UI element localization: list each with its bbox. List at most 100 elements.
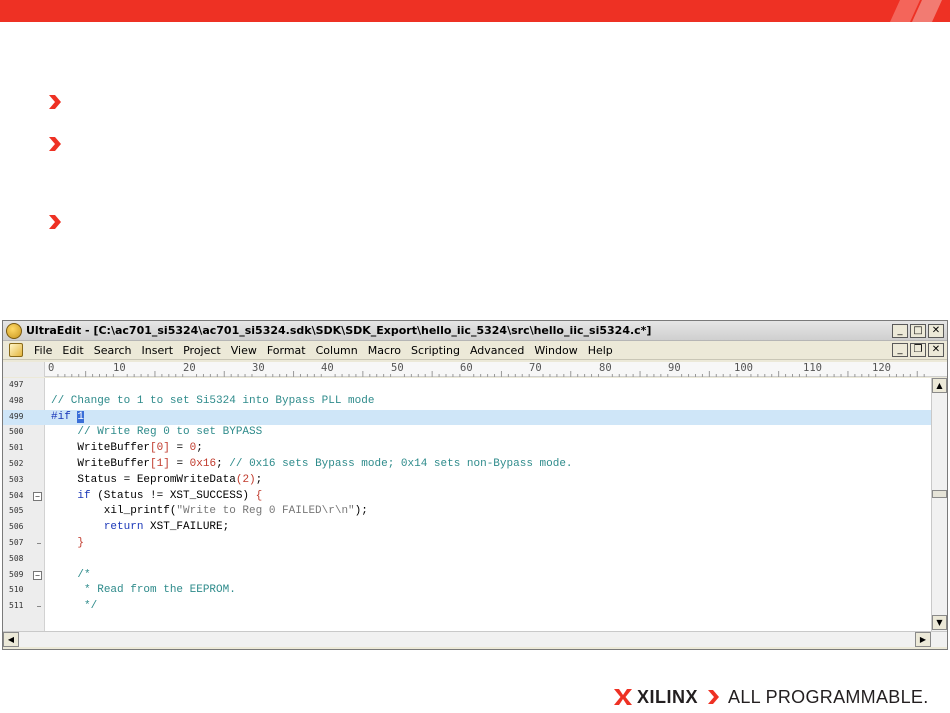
line-number: 507	[9, 538, 24, 547]
code-editor[interactable]: 497 498 // Change to 1 to set Si5324 int…	[3, 378, 931, 631]
ultraedit-app-icon[interactable]	[6, 322, 22, 339]
code-text: return XST_FAILURE;	[103, 521, 230, 534]
line-number: 511	[9, 601, 24, 611]
title-bar[interactable]: UltraEdit - [C:\ac701_si5324\ac701_si532…	[3, 321, 947, 341]
ruler-label: 50	[391, 362, 404, 374]
line-number: 503	[9, 474, 24, 484]
close-button[interactable]: ✕	[928, 323, 944, 338]
menu-edit[interactable]: Edit	[57, 344, 88, 357]
doc-close-button[interactable]: ✕	[928, 343, 944, 357]
document-icon[interactable]	[9, 343, 23, 357]
code-text: */	[84, 600, 98, 613]
line-number: 506	[9, 522, 24, 532]
line-number: 499	[9, 411, 24, 421]
ruler-label: 20	[183, 362, 196, 374]
ruler-label: 70	[529, 362, 542, 374]
scroll-down-icon[interactable]: ▼	[932, 615, 947, 630]
code-line: 509 − /*	[3, 568, 931, 584]
menu-scripting[interactable]: Scripting	[406, 344, 465, 357]
menu-project[interactable]: Project	[178, 344, 226, 357]
code-line: 506 return XST_FAILURE;	[3, 520, 931, 536]
window-title: UltraEdit - [C:\ac701_si5324\ac701_si532…	[26, 324, 652, 337]
ruler-label: 40	[321, 362, 334, 374]
line-number: 508	[9, 553, 24, 563]
line-number: 509	[9, 569, 24, 579]
header-bar	[0, 0, 950, 22]
xilinx-x-icon	[614, 689, 632, 705]
bullet-marker-icon	[48, 214, 62, 230]
code-line: 497	[3, 378, 931, 394]
code-line: 502 WriteBuffer[1] = 0x16; // 0x16 sets …	[3, 457, 931, 473]
scroll-thumb[interactable]	[932, 490, 947, 498]
scroll-right-icon[interactable]: ▶	[915, 632, 931, 647]
scroll-left-icon[interactable]: ◀	[3, 632, 19, 647]
vertical-scrollbar[interactable]: ▲ ▼	[931, 378, 947, 631]
maximize-button[interactable]: □	[910, 323, 926, 338]
ruler-label: 80	[599, 362, 612, 374]
header-chevron-graphic	[890, 0, 942, 22]
line-number: 497	[9, 380, 24, 389]
ruler-label: 10	[113, 362, 126, 374]
line-number: 505	[9, 506, 24, 516]
code-line: 500 // Write Reg 0 to set BYPASS	[3, 425, 931, 441]
code-line: 498 // Change to 1 to set Si5324 into By…	[3, 394, 931, 410]
menu-search[interactable]: Search	[89, 344, 137, 357]
ruler-label: 100	[734, 362, 753, 374]
line-number: 504	[9, 490, 24, 500]
code-text: WriteBuffer[0] = 0;	[51, 442, 203, 455]
line-number: 502	[9, 459, 24, 468]
bullet-marker-icon	[48, 136, 62, 152]
code-text: /*	[77, 568, 91, 581]
line-number: 501	[9, 443, 24, 453]
menu-macro[interactable]: Macro	[363, 344, 406, 357]
menu-advanced[interactable]: Advanced	[465, 344, 529, 357]
xilinx-logo: XILINX ALL PROGRAMMABLE.	[613, 685, 929, 709]
code-text: // Write Reg 0 to set BYPASS	[77, 426, 263, 439]
menu-file[interactable]: File	[29, 344, 57, 357]
code-text: #if 1	[51, 410, 85, 423]
code-line: 508	[3, 552, 931, 568]
brand-name: XILINX	[637, 686, 699, 707]
code-line: 507 }	[3, 536, 931, 552]
code-text: WriteBuffer[1] = 0x16; // 0x16 sets Bypa…	[51, 458, 573, 470]
brand-tagline: ALL PROGRAMMABLE.	[728, 686, 929, 707]
code-line: 503 Status = EepromWriteData(2);	[3, 473, 931, 489]
menu-insert[interactable]: Insert	[137, 344, 179, 357]
menu-window[interactable]: Window	[529, 344, 582, 357]
menu-format[interactable]: Format	[262, 344, 311, 357]
code-line: 511 */	[3, 599, 931, 615]
minimize-button[interactable]: _	[892, 323, 908, 338]
line-number: 510	[9, 585, 24, 595]
scroll-up-icon[interactable]: ▲	[932, 378, 947, 393]
menu-bar: File Edit Search Insert Project View For…	[3, 341, 947, 360]
code-text: Status = EepromWriteData(2);	[51, 473, 263, 486]
code-line: 510 * Read from the EEPROM.	[3, 583, 931, 599]
fold-collapse-icon[interactable]: −	[33, 570, 42, 580]
code-text: if (Status != XST_SUCCESS) {	[77, 489, 263, 502]
ruler-label: 0	[48, 362, 55, 374]
code-text: xil_printf("Write to Reg 0 FAILED\r\n");	[51, 505, 368, 518]
code-text: }	[77, 537, 85, 549]
menu-view[interactable]: View	[226, 344, 262, 357]
ruler-label: 30	[252, 362, 265, 374]
fold-collapse-icon[interactable]: −	[33, 491, 42, 501]
ruler-label: 90	[668, 362, 681, 374]
code-line-current: 499 #if 1	[3, 409, 931, 426]
doc-minimize-button[interactable]: _	[892, 343, 908, 357]
code-line: 504 − if (Status != XST_SUCCESS) {	[3, 489, 931, 505]
ruler-label: 60	[460, 362, 473, 374]
code-text: * Read from the EEPROM.	[84, 584, 236, 597]
horizontal-scrollbar[interactable]: ◀ ▶	[3, 631, 947, 647]
doc-restore-button[interactable]: ❐	[910, 343, 926, 357]
bullet-marker-icon	[48, 94, 62, 110]
line-number: 498	[9, 395, 24, 405]
code-line: 501 WriteBuffer[0] = 0;	[3, 441, 931, 457]
ultraedit-window: UltraEdit - [C:\ac701_si5324\ac701_si532…	[2, 320, 948, 650]
ruler-label: 110	[803, 362, 822, 374]
code-text: // Change to 1 to set Si5324 into Bypass…	[51, 394, 375, 407]
code-line: 505 xil_printf("Write to Reg 0 FAILED\r\…	[3, 504, 931, 520]
menu-help[interactable]: Help	[583, 344, 618, 357]
menu-column[interactable]: Column	[311, 344, 363, 357]
brand-chevron-icon	[708, 690, 720, 704]
column-ruler: 0 10 20 30 40 50 60 70 80 90 100 110 120	[3, 362, 947, 377]
